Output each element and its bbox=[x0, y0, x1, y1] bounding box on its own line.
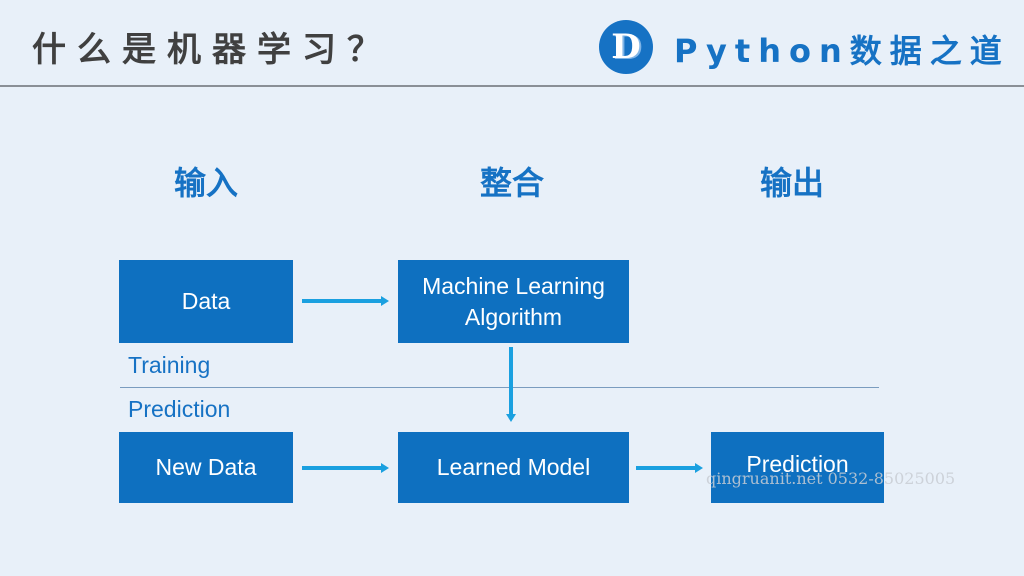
slide-title: 什么是机器学习？ bbox=[32, 30, 392, 70]
brand-name: Python数据之道 bbox=[674, 32, 1010, 70]
arrow-down-icon bbox=[506, 347, 516, 422]
phase-divider bbox=[120, 387, 879, 388]
node-new-data-label: New Data bbox=[155, 454, 257, 480]
phase-label-training: Training bbox=[128, 352, 211, 378]
node-prediction: Prediction bbox=[711, 432, 884, 503]
node-learned-model-label: Learned Model bbox=[436, 454, 591, 480]
column-heading-output: 输出 bbox=[759, 164, 824, 202]
node-ml-algorithm: Machine Learning Algorithm bbox=[398, 260, 629, 343]
column-heading-input: 输入 bbox=[173, 164, 238, 202]
node-ml-algorithm-label-line1: Machine Learning bbox=[422, 272, 605, 299]
logo-letter: D bbox=[611, 27, 641, 67]
node-ml-algorithm-label-line2: Algorithm bbox=[464, 303, 563, 330]
d-circle-logo-icon: D bbox=[599, 20, 653, 74]
phase-label-prediction: Prediction bbox=[128, 396, 231, 422]
header-divider bbox=[0, 85, 1024, 87]
node-data-label: Data bbox=[181, 288, 231, 314]
node-learned-model: Learned Model bbox=[398, 432, 629, 503]
column-heading-integrate: 整合 bbox=[479, 164, 544, 202]
arrow-right-icon bbox=[302, 296, 389, 306]
watermark-text: qingruanit.net 0532-85025005 bbox=[706, 469, 956, 488]
arrow-right-icon bbox=[302, 463, 389, 473]
node-data: Data bbox=[119, 260, 293, 343]
arrow-right-icon bbox=[636, 463, 703, 473]
node-new-data: New Data bbox=[119, 432, 293, 503]
